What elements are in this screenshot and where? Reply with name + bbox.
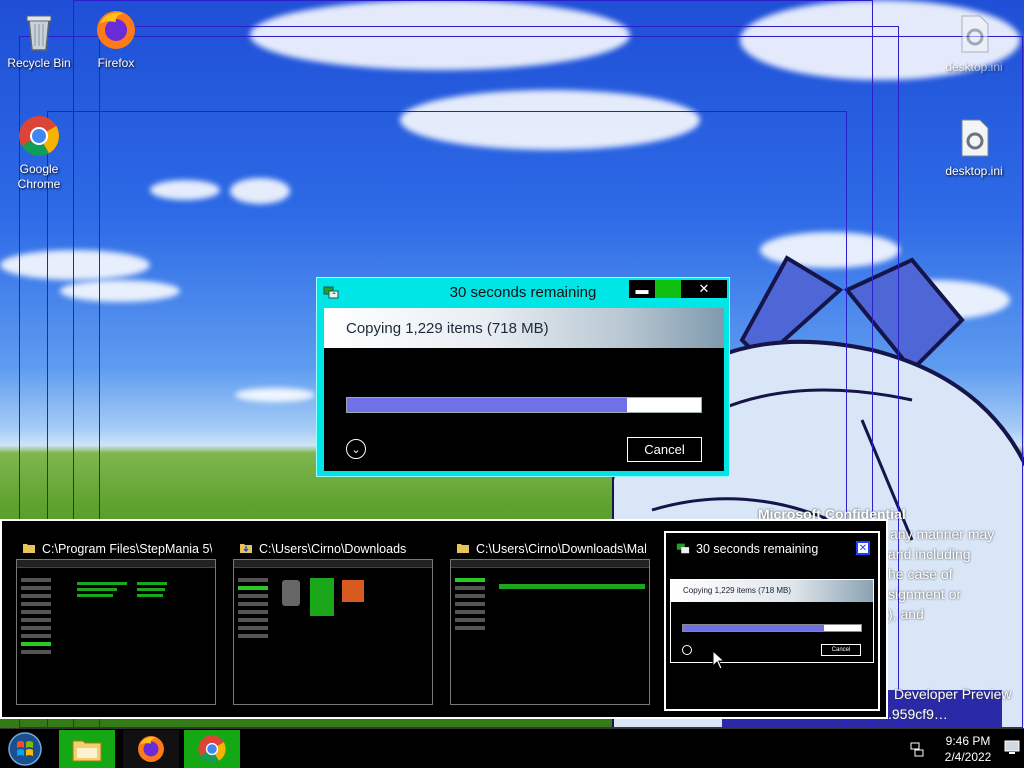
watermark-line: ), and xyxy=(888,606,924,622)
window-thumbnail xyxy=(450,559,650,705)
maximize-button[interactable] xyxy=(655,280,681,298)
desktop-icon-label: Firefox xyxy=(97,56,135,70)
taskbar-clock[interactable]: 9:46 PM 2/4/2022 xyxy=(936,733,1000,765)
chevron-down-icon: ⌄ xyxy=(351,443,361,456)
watermark-line: any manner may xyxy=(890,526,995,542)
progress-fill xyxy=(683,625,824,631)
copy-files-icon xyxy=(676,543,690,554)
file-thumbnail xyxy=(342,580,364,602)
watermark-line: signment or xyxy=(888,586,962,602)
start-button[interactable] xyxy=(4,731,46,767)
switcher-item-title-row: C:\Program Files\StepMania 5\S... xyxy=(22,541,212,556)
window-thumbnail: Copying 1,229 items (718 MB) Cancel xyxy=(670,579,874,663)
desktop-icon-firefox[interactable]: Firefox xyxy=(78,8,154,71)
cancel-button[interactable]: Cancel xyxy=(627,437,702,462)
window-thumbnail xyxy=(16,559,216,705)
window-thumbnail xyxy=(233,559,433,705)
mouse-cursor-icon xyxy=(712,650,726,670)
file-thumbnail xyxy=(282,580,300,606)
watermark-line: .959cf9… xyxy=(888,706,948,722)
desktop-icon-label: desktop.ini xyxy=(945,164,1003,178)
close-icon: ✕ xyxy=(858,542,868,554)
chevron-down-icon xyxy=(682,645,692,655)
preview-copy-summary: Copying 1,229 items (718 MB) xyxy=(683,586,792,595)
cloud xyxy=(230,178,290,204)
switcher-item-stepmania-folder[interactable]: C:\Program Files\StepMania 5\S... xyxy=(12,533,220,711)
desktop-icon-label: Recycle Bin xyxy=(7,56,71,70)
chrome-icon xyxy=(198,735,226,763)
close-button[interactable]: ✕ xyxy=(681,280,727,298)
taskbar-chrome-button[interactable] xyxy=(184,730,240,768)
watermark-line: and including xyxy=(888,546,971,562)
switcher-item-title-row: 30 seconds remaining xyxy=(676,541,846,556)
cloud xyxy=(150,180,220,200)
clock-date: 2/4/2022 xyxy=(944,750,992,764)
switcher-item-title-row: C:\Users\Cirno\Downloads xyxy=(239,541,429,556)
taskbar-firefox-button[interactable] xyxy=(123,730,179,768)
switcher-close-button[interactable]: ✕ xyxy=(856,541,870,555)
settings-file-icon xyxy=(961,119,989,157)
folder-icon xyxy=(457,544,469,553)
taskbar: 9:46 PM 2/4/2022 xyxy=(0,728,1024,768)
switcher-item-downloads-mal-folder[interactable]: C:\Users\Cirno\Downloads\Mal... xyxy=(446,533,654,711)
preview-cancel-button: Cancel xyxy=(821,644,861,656)
watermark-line: Developer Preview xyxy=(894,686,1012,702)
recycle-bin-icon xyxy=(26,15,52,51)
dialog-header-band: Copying 1,229 items (718 MB) xyxy=(324,308,724,348)
switcher-item-title: C:\Users\Cirno\Downloads xyxy=(259,542,407,556)
copy-progress-bar xyxy=(346,397,702,413)
folder-icon xyxy=(23,544,35,553)
file-explorer-icon xyxy=(72,740,102,762)
dialog-body: Copying 1,229 items (718 MB) ⌄ Cancel xyxy=(324,308,724,471)
cloud xyxy=(400,90,700,150)
desktop-icon-desktop-ini[interactable]: desktop.ini xyxy=(936,116,1012,179)
switcher-item-title: C:\Program Files\StepMania 5\S... xyxy=(42,542,212,556)
dialog-title-bar[interactable]: 30 seconds remaining ▬ ✕ xyxy=(317,278,729,306)
switcher-item-title: C:\Users\Cirno\Downloads\Mal... xyxy=(476,542,646,556)
show-desktop-icon[interactable] xyxy=(1004,739,1020,755)
cloud xyxy=(60,280,180,302)
minimize-icon: ▬ xyxy=(635,281,649,297)
chrome-icon xyxy=(19,116,59,156)
file-thumbnail xyxy=(310,578,334,616)
cloud xyxy=(0,250,150,280)
close-icon: ✕ xyxy=(698,281,710,296)
window-switcher: C:\Program Files\StepMania 5\S... C:\Use… xyxy=(0,519,888,719)
progress-fill xyxy=(347,398,627,412)
settings-file-icon xyxy=(961,15,989,53)
watermark-line: he case of xyxy=(888,566,953,582)
switcher-item-title: 30 seconds remaining xyxy=(696,542,819,556)
cloud xyxy=(250,0,630,70)
desktop-icon-google-chrome[interactable]: Google Chrome xyxy=(1,114,77,192)
taskbar-explorer-button[interactable] xyxy=(59,730,115,768)
desktop-icon-label: desktop.ini xyxy=(945,60,1003,74)
desktop-icon-label: Google Chrome xyxy=(17,162,61,191)
copy-summary: Copying 1,229 items (718 MB) xyxy=(346,320,549,337)
copy-progress-dialog[interactable]: 30 seconds remaining ▬ ✕ Copying 1,229 i… xyxy=(316,277,730,477)
firefox-icon xyxy=(97,11,135,49)
clock-time: 9:46 PM xyxy=(945,734,991,748)
cloud xyxy=(235,388,315,402)
downloads-folder-icon xyxy=(240,544,252,553)
switcher-item-copy-dialog[interactable]: 30 seconds remaining ✕ Copying 1,229 ite… xyxy=(664,531,880,711)
minimize-button[interactable]: ▬ xyxy=(629,280,655,298)
desktop-icon-desktop-ini[interactable]: desktop.ini xyxy=(936,12,1012,75)
switcher-item-title-row: C:\Users\Cirno\Downloads\Mal... xyxy=(456,541,646,556)
firefox-icon xyxy=(138,736,164,762)
desktop-icon-recycle-bin[interactable]: Recycle Bin xyxy=(1,8,77,71)
more-details-toggle[interactable]: ⌄ xyxy=(346,439,366,459)
network-icon[interactable] xyxy=(909,741,925,757)
switcher-item-downloads-folder[interactable]: C:\Users\Cirno\Downloads xyxy=(229,533,437,711)
